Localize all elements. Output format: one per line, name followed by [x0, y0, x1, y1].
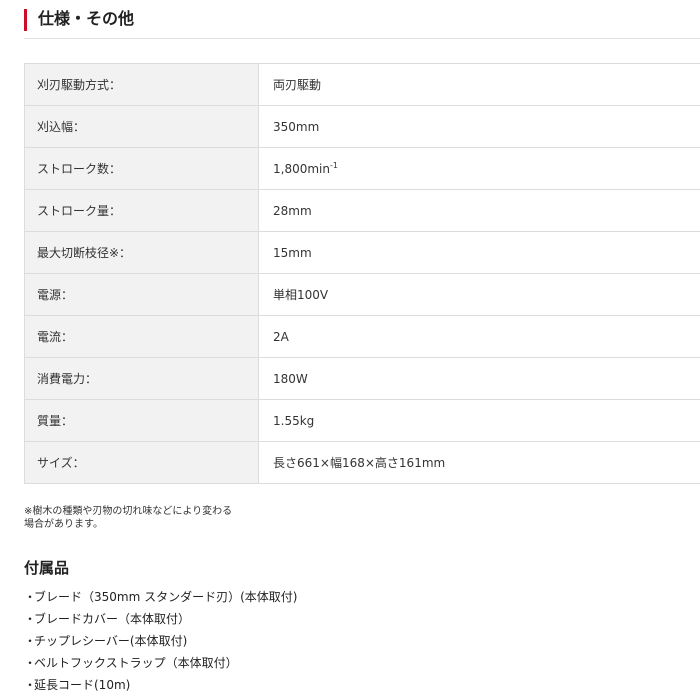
footnote-line: 場合があります。	[24, 519, 103, 530]
footnote-line: ※樹木の種類や刃物の切れ味などにより変わる	[24, 506, 233, 517]
table-row: サイズ： 長さ661×幅168×高さ161mm	[24, 441, 700, 484]
bullet: ・	[24, 656, 37, 670]
table-row: 刈込幅： 350mm	[24, 105, 700, 148]
list-item-text: ベルトフックストラップ（本体取付）	[34, 656, 238, 670]
table-row: 質量： 1.55kg	[24, 399, 700, 442]
list-item: ・ブレード（350mm スタンダード刃）(本体取付)	[24, 586, 297, 608]
list-item-text: 延長コード(10m)	[34, 678, 131, 692]
list-item: ・ブレードカバー（本体取付）	[24, 608, 297, 630]
section-accent-bar	[24, 9, 27, 31]
spec-label: ストローク量：	[24, 189, 259, 232]
spec-label: 消費電力：	[24, 357, 259, 400]
spec-label: 最大切断枝径※：	[24, 231, 259, 274]
spec-value: 1,800min	[273, 161, 330, 176]
bullet: ・	[24, 612, 37, 626]
accessories-title: 付属品	[24, 559, 70, 577]
section-title: 仕様・その他	[38, 9, 135, 28]
table-row: 刈刃駆動方式： 両刃駆動	[24, 63, 700, 106]
spec-value: 1.55kg	[258, 399, 700, 442]
spec-value: 単相100V	[258, 273, 700, 316]
table-row: 電流： 2A	[24, 315, 700, 358]
table-row: ストローク量： 28mm	[24, 189, 700, 232]
spec-table: 刈刃駆動方式： 両刃駆動 刈込幅： 350mm ストローク数： 1,800min…	[24, 63, 700, 484]
table-row: 最大切断枝径※： 15mm	[24, 231, 700, 274]
footnote: ※樹木の種類や刃物の切れ味などにより変わる 場合があります。	[24, 505, 264, 531]
table-row: 電源： 単相100V	[24, 273, 700, 316]
table-row: 消費電力： 180W	[24, 357, 700, 400]
spec-label: 電源：	[24, 273, 259, 316]
spec-value: 180W	[258, 357, 700, 400]
list-item-text: ブレード（350mm スタンダード刃）(本体取付)	[34, 590, 298, 604]
spec-value: 350mm	[258, 105, 700, 148]
spec-value: 2A	[258, 315, 700, 358]
list-item: ・ベルトフックストラップ（本体取付）	[24, 652, 297, 674]
spec-label: 刈込幅：	[24, 105, 259, 148]
spec-value-exponent: -1	[329, 160, 338, 170]
spec-label: ストローク数：	[24, 147, 259, 190]
bullet: ・	[24, 590, 37, 604]
spec-label: 質量：	[24, 399, 259, 442]
bullet: ・	[24, 678, 37, 692]
spec-label: 刈刃駆動方式：	[24, 63, 259, 106]
list-item-text: ブレードカバー（本体取付）	[34, 612, 191, 626]
list-item-text: チップレシーバー(本体取付)	[34, 634, 188, 648]
bullet: ・	[24, 634, 37, 648]
section-header: 仕様・その他	[24, 6, 700, 39]
table-row: ストローク数： 1,800min-1	[24, 147, 700, 190]
spec-value: 長さ661×幅168×高さ161mm	[258, 441, 700, 484]
list-item: ・チップレシーバー(本体取付)	[24, 630, 297, 652]
spec-value: 両刃駆動	[258, 63, 700, 106]
spec-value: 15mm	[258, 231, 700, 274]
spec-label: サイズ：	[24, 441, 259, 484]
spec-value-cell: 1,800min-1	[258, 147, 700, 190]
list-item: ・延長コード(10m)	[24, 674, 297, 696]
spec-label: 電流：	[24, 315, 259, 358]
spec-value: 28mm	[258, 189, 700, 232]
accessories-list: ・ブレード（350mm スタンダード刃）(本体取付) ・ブレードカバー（本体取付…	[24, 586, 297, 696]
